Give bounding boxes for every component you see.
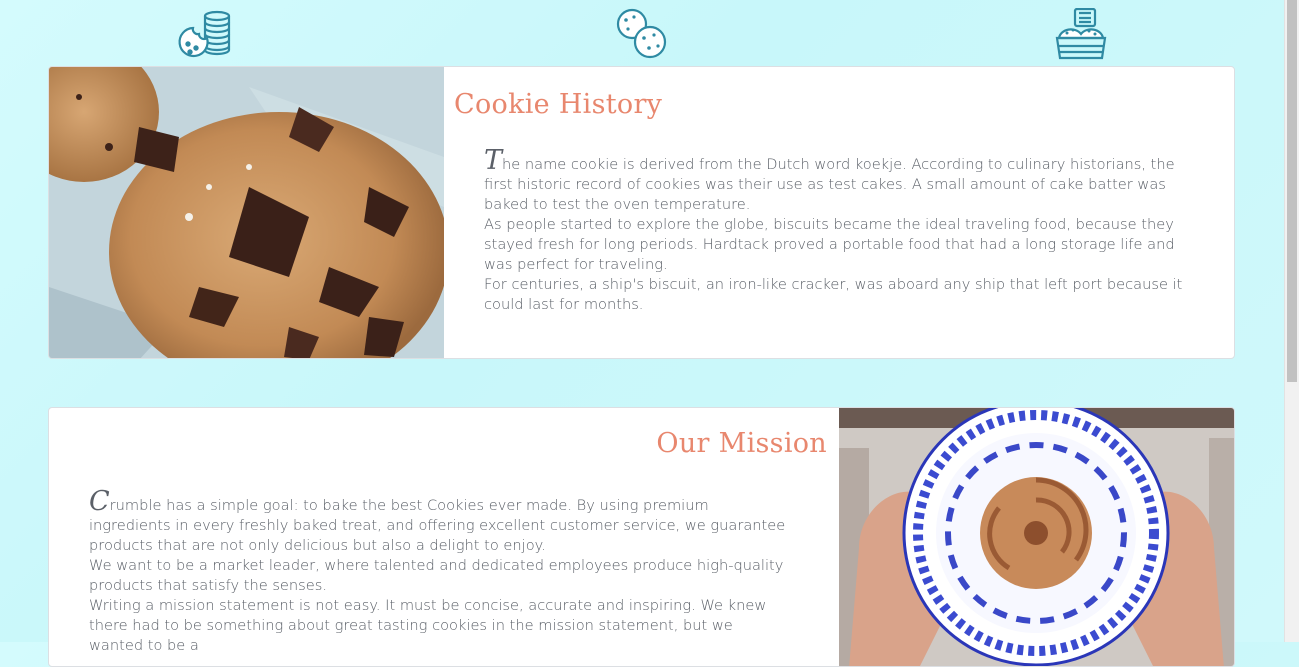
history-paragraph-1-text: he name cookie is derived from the Dutch… [484, 156, 1175, 213]
icon-row [0, 0, 1284, 62]
history-title: Cookie History [454, 89, 663, 120]
history-paragraph-2: As people started to explore the globe, … [484, 216, 1175, 273]
cookie-photo [49, 67, 444, 358]
mission-paragraph-1: Crumble has a simple goal: to bake the b… [89, 486, 789, 556]
mission-paragraph-1-text: rumble has a simple goal: to bake the be… [89, 497, 786, 554]
pastry-plate-photo [839, 408, 1234, 666]
cookie-stack-icon [178, 10, 231, 58]
cookie-box-icon [1055, 8, 1107, 60]
history-dropcap: T [484, 145, 503, 176]
mission-paragraph-3: Writing a mission statement is not easy.… [89, 597, 767, 654]
cookies-icon [616, 8, 667, 59]
history-paragraph-1: The name cookie is derived from the Dutc… [484, 145, 1204, 215]
scrollbar[interactable] [1284, 0, 1299, 642]
mission-paragraph-2: We want to be a market leader, where tal… [89, 557, 784, 594]
history-card: Cookie History The name cookie is derive… [48, 66, 1235, 359]
mission-text: Crumble has a simple goal: to bake the b… [89, 486, 789, 656]
history-text: The name cookie is derived from the Dutc… [484, 145, 1204, 315]
mission-title: Our Mission [656, 428, 827, 459]
scrollbar-thumb[interactable] [1287, 0, 1297, 382]
mission-card: Our Mission Crumble has a simple goal: t… [48, 407, 1235, 667]
history-paragraph-3: For centuries, a ship's biscuit, an iron… [484, 276, 1183, 313]
mission-dropcap: C [89, 486, 110, 517]
